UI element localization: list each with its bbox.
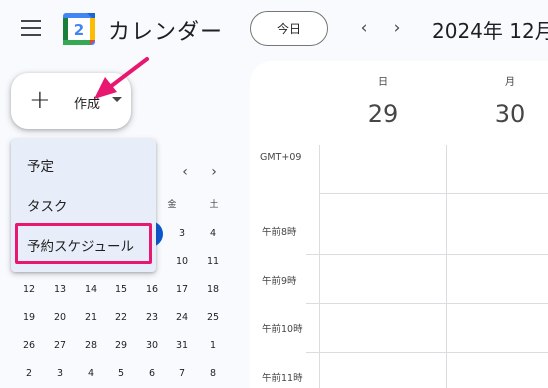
mini-cal-day[interactable]: 23 [140, 312, 164, 323]
day-header-number[interactable]: 29 [358, 100, 408, 128]
timezone-label: GMT+09 [260, 152, 302, 163]
all-day-divider [319, 193, 548, 194]
mini-cal-day[interactable]: 3 [48, 368, 72, 379]
mini-cal-day[interactable]: 31 [170, 340, 194, 351]
day-header-number[interactable]: 30 [485, 100, 535, 128]
current-date-range: 2024年 12月 [432, 19, 548, 43]
mini-cal-day[interactable]: 15 [109, 284, 133, 295]
mini-cal-day[interactable]: 17 [170, 284, 194, 295]
mini-cal-day[interactable]: 5 [109, 368, 133, 379]
mini-cal-day[interactable]: 21 [79, 312, 103, 323]
create-dropdown-menu: 予定 タスク 予約スケジュール [11, 139, 156, 272]
day-header-name: 月 [505, 77, 515, 88]
mini-cal-weekday: 土 [209, 200, 219, 210]
mini-cal-day[interactable]: 18 [201, 284, 225, 295]
mini-cal-next-chevron-icon[interactable]: › [207, 164, 221, 180]
hour-gridline [306, 254, 548, 255]
mini-cal-day[interactable]: 4 [201, 228, 225, 239]
mini-cal-day[interactable]: 11 [201, 256, 225, 267]
day-header-name: 日 [378, 77, 388, 88]
mini-cal-day[interactable]: 14 [79, 284, 103, 295]
mini-cal-day[interactable]: 24 [170, 312, 194, 323]
mini-cal-day[interactable]: 29 [109, 340, 133, 351]
prev-period-chevron-icon[interactable]: ‹ [354, 17, 374, 39]
plus-icon: + [29, 85, 51, 115]
mini-cal-day[interactable]: 30 [140, 340, 164, 351]
mini-cal-day[interactable]: 22 [109, 312, 133, 323]
mini-cal-prev-chevron-icon[interactable]: ‹ [178, 164, 192, 180]
mini-cal-weekday: 金 [167, 200, 177, 210]
mini-cal-day[interactable]: 7 [170, 368, 194, 379]
hour-label: 午前10時 [262, 324, 303, 335]
mini-cal-day[interactable]: 25 [201, 312, 225, 323]
mini-cal-day[interactable]: 19 [17, 312, 41, 323]
hour-label: 午前9時 [262, 276, 297, 287]
top-header: 2 カレンダー 今日 ‹ › 2024年 12月 [0, 0, 548, 58]
mini-cal-day[interactable]: 2 [17, 368, 41, 379]
mini-cal-day[interactable]: 3 [170, 228, 194, 239]
main-menu-icon[interactable] [21, 20, 41, 36]
mini-cal-day[interactable]: 10 [170, 256, 194, 267]
menu-item-event[interactable]: 予定 [27, 155, 54, 175]
mini-cal-day[interactable]: 20 [48, 312, 72, 323]
annotation-highlight-box [15, 223, 152, 264]
hour-label: 午前11時 [262, 373, 303, 384]
today-button[interactable]: 今日 [250, 11, 328, 46]
svg-text:2: 2 [74, 21, 84, 39]
mini-cal-day[interactable]: 8 [201, 368, 225, 379]
mini-cal-day[interactable]: 26 [17, 340, 41, 351]
mini-cal-day[interactable]: 4 [79, 368, 103, 379]
mini-cal-day[interactable]: 16 [140, 284, 164, 295]
mini-cal-day[interactable]: 13 [48, 284, 72, 295]
calendar-logo-icon: 2 [63, 13, 95, 45]
hour-label: 午前8時 [262, 227, 297, 238]
mini-cal-day[interactable]: 1 [201, 340, 225, 351]
mini-cal-day[interactable]: 12 [17, 284, 41, 295]
hour-gridline [306, 303, 548, 304]
mini-cal-day[interactable]: 6 [140, 368, 164, 379]
hour-gridline [306, 352, 548, 353]
app-title: カレンダー [108, 20, 224, 45]
mini-cal-day[interactable]: 28 [79, 340, 103, 351]
mini-cal-day[interactable]: 27 [48, 340, 72, 351]
next-period-chevron-icon[interactable]: › [387, 17, 407, 39]
annotation-arrow-icon [94, 57, 149, 99]
menu-item-task[interactable]: タスク [27, 195, 68, 215]
